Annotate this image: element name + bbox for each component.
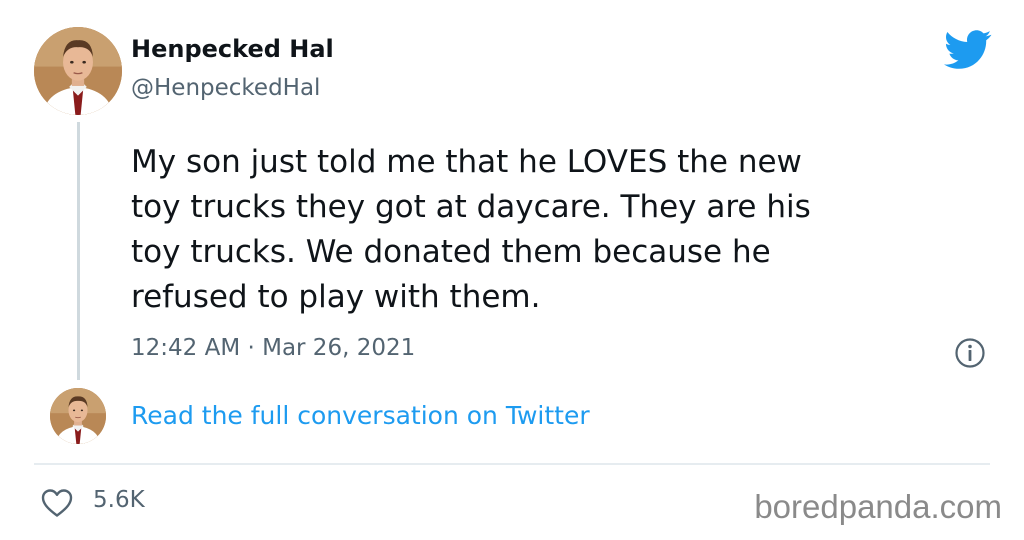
heart-icon[interactable] bbox=[40, 487, 74, 519]
like-count: 5.6K bbox=[93, 487, 145, 513]
twitter-bird-icon[interactable] bbox=[944, 30, 992, 70]
tweet-timestamp[interactable]: 12:42 AM · Mar 26, 2021 bbox=[131, 335, 415, 361]
watermark: boredpanda.com bbox=[754, 488, 1002, 525]
tweet-text-line: refused to play with them. bbox=[131, 279, 541, 315]
profile-photo-icon bbox=[34, 27, 122, 115]
thread-connector-line bbox=[77, 122, 80, 380]
tweet-card: Henpecked Hal @HenpeckedHal My son just … bbox=[0, 0, 1024, 540]
tweet-text: My son just told me that he LOVES the ne… bbox=[131, 140, 971, 320]
author-handle[interactable]: @HenpeckedHal bbox=[131, 75, 320, 101]
reply-avatar[interactable] bbox=[50, 388, 106, 444]
tweet-text-line: toy trucks they got at daycare. They are… bbox=[131, 189, 811, 225]
profile-photo-icon bbox=[50, 388, 106, 444]
info-icon[interactable] bbox=[954, 337, 986, 369]
author-display-name[interactable]: Henpecked Hal bbox=[131, 35, 334, 63]
divider bbox=[34, 463, 990, 465]
tweet-text-line: toy trucks. We donated them because he bbox=[131, 234, 771, 270]
tweet-text-line: My son just told me that he LOVES the ne… bbox=[131, 144, 802, 180]
read-conversation-link[interactable]: Read the full conversation on Twitter bbox=[131, 401, 590, 430]
author-avatar[interactable] bbox=[34, 27, 122, 115]
